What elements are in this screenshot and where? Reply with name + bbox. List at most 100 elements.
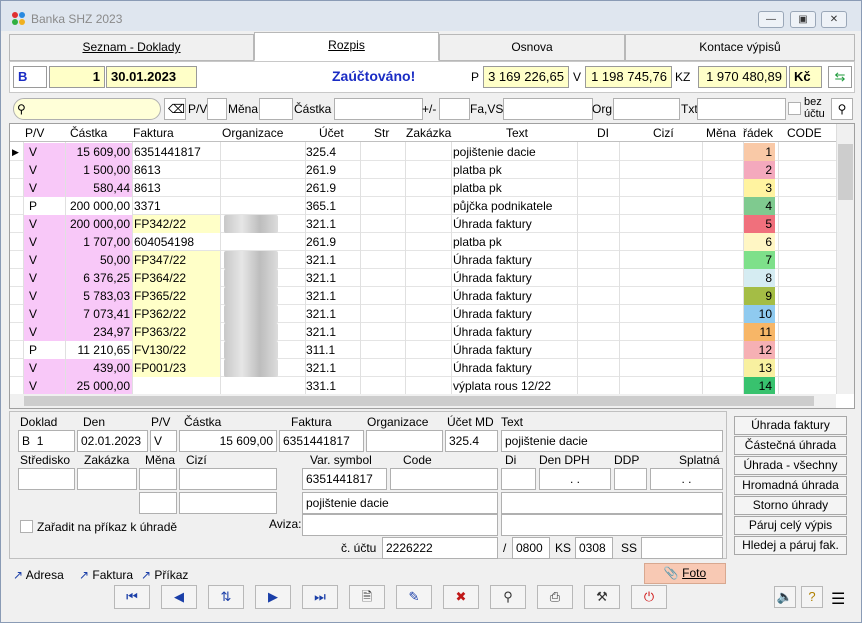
maximize-button[interactable]: ▣ (790, 11, 816, 28)
col-str[interactable]: Str (374, 126, 389, 140)
tab-seznam-doklady[interactable]: Seznam - Doklady (9, 34, 254, 61)
di-field[interactable] (501, 468, 536, 490)
bez-uctu-checkbox[interactable] (788, 102, 801, 115)
col-pv[interactable]: P/V (25, 126, 44, 140)
pv-field[interactable]: V (150, 430, 177, 452)
action-button[interactable]: Hledej a páruj fak. (734, 536, 847, 555)
den-field[interactable]: 02.01.2023 (77, 430, 148, 452)
col-zakazka[interactable]: Zakázka (406, 126, 451, 140)
table-row[interactable]: P 11 210,65 FV130/22 311.1 Úhrada faktury 12 (10, 341, 836, 359)
adresa-link[interactable]: ↗ Adresa (13, 568, 64, 582)
cizi-field-2[interactable] (179, 492, 277, 514)
delete-icon[interactable]: ✖ (443, 585, 479, 609)
col-text[interactable]: Text (506, 126, 528, 140)
ks-field[interactable]: 0308 (575, 537, 613, 559)
ss-field[interactable] (641, 537, 723, 559)
horizontal-scrollbar[interactable] (10, 394, 836, 408)
den-dph-field[interactable]: . . (539, 468, 611, 490)
castka-field[interactable]: 15 609,00 (179, 430, 277, 452)
table-row[interactable]: V 25 000,00 331.1 výplata rous 12/22 14 (10, 377, 836, 395)
table-row[interactable]: V 200 000,00 FP342/22 321.1 Úhrada faktury 5 (10, 215, 836, 233)
code-field[interactable] (390, 468, 498, 490)
extra-field[interactable] (501, 492, 723, 514)
pv-filter-input[interactable] (207, 98, 227, 120)
binoculars-icon[interactable]: ⚲ (490, 585, 526, 609)
col-di[interactable]: DI (597, 126, 609, 140)
zaradit-checkbox[interactable] (20, 520, 33, 533)
col-organizace[interactable]: Organizace (222, 126, 283, 140)
ddp-field[interactable] (614, 468, 647, 490)
table-row[interactable]: P 200 000,00 3371 365.1 půjčka podnikatele 4 (10, 197, 836, 215)
close-button[interactable]: ✕ (821, 11, 847, 28)
tab-kontace-vypisu[interactable]: Kontace výpisů (625, 34, 855, 61)
cucetu-field[interactable]: 2226222 (382, 537, 498, 559)
help-icon[interactable]: ? (801, 586, 823, 608)
action-button[interactable]: Částečná úhrada (734, 436, 847, 455)
action-button[interactable]: Úhrada faktury (734, 416, 847, 435)
col-cizi[interactable]: Cizí (653, 126, 674, 140)
scroll-thumb[interactable] (838, 144, 853, 200)
varsym-field[interactable]: 6351441817 (302, 468, 387, 490)
table-row[interactable]: V 50,00 FP347/22 321.1 Úhrada faktury 7 (10, 251, 836, 269)
table-row[interactable]: V6 376,25 FP364/22 321.1 Úhrada faktury 8 (10, 269, 836, 287)
hscroll-thumb[interactable] (24, 396, 814, 406)
table-row[interactable]: V 234,97 FP363/22 321.1 Úhrada faktury 11 (10, 323, 836, 341)
favs-filter-input[interactable] (503, 98, 593, 120)
col-castka[interactable]: Částka (70, 126, 107, 140)
doklad-field[interactable]: B 1 (18, 430, 75, 452)
splatna-field[interactable]: . . (650, 468, 723, 490)
find-icon[interactable]: ⚲ (831, 98, 853, 120)
table-row[interactable]: V1 707,00 604054198 261.9 platba pk 6 (10, 233, 836, 251)
action-button[interactable]: Úhrada - všechny (734, 456, 847, 475)
table-row[interactable]: V 580,44 8613 261.9 platba pk 3 (10, 179, 836, 197)
col-faktura[interactable]: Faktura (133, 126, 174, 140)
print-icon[interactable]: ⎙ (537, 585, 573, 609)
faktura-field[interactable]: 6351441817 (279, 430, 364, 452)
action-button[interactable]: Storno úhrady (734, 496, 847, 515)
col-code[interactable]: CODE (787, 126, 822, 140)
stredisko-field[interactable] (18, 468, 75, 490)
new-document-icon[interactable]: 🗎 (349, 585, 385, 609)
ucetmd-field[interactable]: 325.4 (445, 430, 498, 452)
txt-filter-input[interactable] (697, 98, 786, 120)
speaker-icon[interactable]: 🔈 (774, 586, 796, 608)
foto-button[interactable]: 📎 Foto (644, 563, 726, 584)
tab-osnova[interactable]: Osnova (439, 34, 625, 61)
vertical-scrollbar[interactable] (836, 124, 854, 394)
table-row[interactable]: V7 073,41 FP362/22 321.1 Úhrada faktury 10 (10, 305, 836, 323)
org-filter-input[interactable] (613, 98, 680, 120)
mena-filter-input[interactable] (259, 98, 293, 120)
bank-field[interactable]: 0800 (512, 537, 550, 559)
plusminus-input[interactable] (439, 98, 470, 120)
table-row[interactable]: V 439,00 FP001/23 321.1 Úhrada faktury 13 (10, 359, 836, 377)
edit-icon[interactable]: ✎ (396, 585, 432, 609)
first-record-icon[interactable]: ⏮ (114, 585, 150, 609)
col-mena[interactable]: Měna (706, 126, 736, 140)
mena-field-2[interactable] (139, 492, 177, 514)
col-ucet[interactable]: Účet (319, 126, 344, 140)
tab-rozpis[interactable]: Rozpis (254, 32, 439, 61)
organizace-field[interactable] (366, 430, 443, 452)
tools-icon[interactable]: ⚒ (584, 585, 620, 609)
prev-record-icon[interactable]: ◀ (161, 585, 197, 609)
clear-filter-icon[interactable]: ⌫ (164, 98, 186, 120)
aviza-field-2[interactable] (501, 514, 723, 536)
aviza-field[interactable] (302, 514, 498, 536)
text-field[interactable]: pojištenie dacie (501, 430, 723, 452)
faktura-link[interactable]: ↗ Faktura (79, 568, 133, 582)
last-record-icon[interactable]: ⏭ (302, 585, 338, 609)
action-button[interactable]: Hromadná úhrada (734, 476, 847, 495)
minimize-button[interactable]: — (758, 11, 784, 28)
cizi-field[interactable] (179, 468, 277, 490)
text2-field[interactable]: pojištenie dacie (302, 492, 498, 514)
mena-field[interactable] (139, 468, 177, 490)
table-row[interactable]: V5 783,03 FP365/22 321.1 Úhrada faktury 9 (10, 287, 836, 305)
search-input[interactable]: ⚲ (13, 98, 161, 120)
table-row[interactable]: V1 500,00 8613 261.9 platba pk 2 (10, 161, 836, 179)
zakazka-field[interactable] (77, 468, 137, 490)
col-radek[interactable]: řádek (743, 126, 773, 140)
prikaz-link[interactable]: ↗ Příkaz (141, 568, 188, 582)
castka-filter-input[interactable] (334, 98, 423, 120)
table-row[interactable]: ▶ V 15 609,00 6351441817 325.4 pojištenie dac… (10, 143, 836, 161)
action-button[interactable]: Páruj celý výpis (734, 516, 847, 535)
